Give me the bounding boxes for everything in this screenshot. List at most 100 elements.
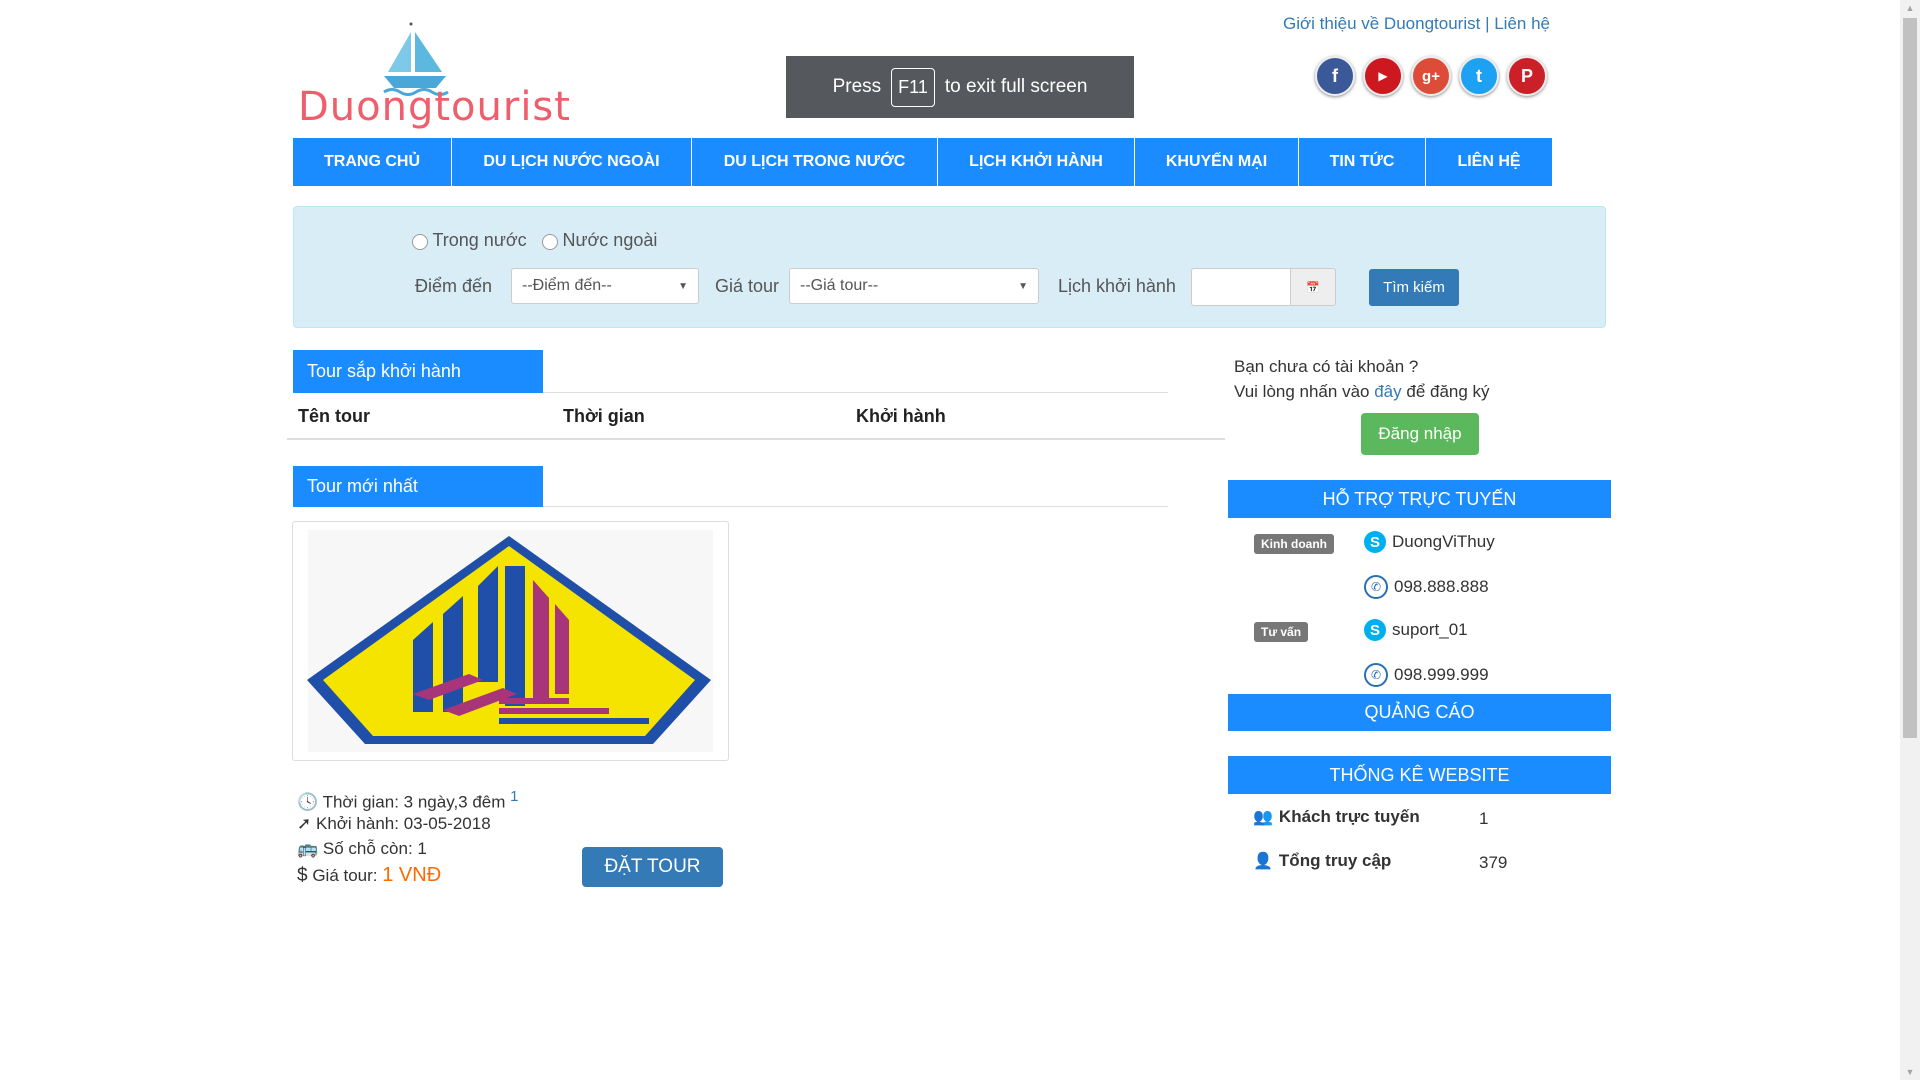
radio-domestic-option[interactable]: Trong nước — [412, 230, 527, 251]
about-link[interactable]: Giới thiệu về Duongtourist — [1283, 14, 1480, 33]
price-select[interactable]: --Giá tour-- ▼ — [789, 268, 1039, 304]
register-prompt-after: để đăng ký — [1406, 382, 1490, 401]
social-glyph: P — [1520, 65, 1533, 86]
scroll-up-arrow-icon[interactable]: ▲ — [1900, 0, 1920, 16]
stat-online-visitors-value: 1 — [1479, 809, 1489, 828]
nav-item-domestic-tours[interactable]: DU LỊCH TRONG NƯỚC — [692, 138, 938, 186]
youtube-icon[interactable]: ▶ — [1363, 56, 1403, 96]
schedule-label: Lịch khởi hành — [1058, 276, 1176, 296]
main-nav: TRANG CHỦ DU LỊCH NƯỚC NGOÀI DU LỊCH TRO… — [293, 138, 1552, 186]
register-prompt-before: Vui lòng nhấn vào — [1234, 382, 1370, 401]
stat-total-visits-value: 379 — [1479, 853, 1508, 872]
column-header-tour-name: Tên tour — [298, 406, 370, 426]
radio-foreign-label: Nước ngoài — [562, 230, 658, 250]
f11-key: F11 — [891, 67, 935, 107]
account-prompt: Bạn chưa có tài khoản ? — [1234, 357, 1419, 376]
fullscreen-notice-after: to exit full screen — [944, 76, 1088, 97]
destination-select[interactable]: --Điểm đến-- ▼ — [511, 268, 699, 304]
nav-item-foreign-tours[interactable]: DU LỊCH NƯỚC NGOÀI — [452, 138, 692, 186]
column-header-departure: Khởi hành — [856, 406, 946, 426]
tour-price: $ Giá tour: 1 VNĐ — [297, 864, 441, 887]
stat-online-visitors: 👥 Khách trực tuyến — [1253, 807, 1420, 827]
scroll-down-arrow-icon[interactable]: ▼ — [1900, 1064, 1920, 1080]
destination-select-value: --Điểm đến-- — [522, 277, 612, 294]
nav-item-schedule[interactable]: LỊCH KHỞI HÀNH — [938, 138, 1135, 186]
contact-link[interactable]: Liên hệ — [1494, 14, 1550, 33]
skype-icon: S — [1364, 619, 1386, 641]
chevron-down-icon: ▼ — [1018, 280, 1028, 292]
stat-online-visitors-label: Khách trực tuyến — [1278, 807, 1420, 826]
upcoming-heading-rule — [543, 392, 1168, 393]
price-label: Giá tour — [715, 276, 780, 296]
tour-duration: 🕓 Thời gian: 3 ngày,3 đêm 1 — [297, 788, 519, 813]
bus-icon: 🚌 — [297, 839, 319, 858]
nav-item-contact[interactable]: LIÊN HỆ — [1426, 138, 1552, 186]
stat-total-visits-label: Tổng truy cập — [1278, 851, 1392, 870]
tour-seats-text: Số chỗ còn: 1 — [322, 839, 427, 858]
user-visits-icon: 👤 — [1253, 853, 1273, 870]
tour-seats: 🚌 Số chỗ còn: 1 — [297, 839, 427, 859]
fullscreen-notice-before: Press — [832, 76, 882, 97]
calendar-icon[interactable]: 📅 — [1290, 268, 1336, 306]
top-links: Giới thiệu về Duongtourist | Liên hệ — [1240, 14, 1550, 34]
social-glyph: g+ — [1422, 67, 1440, 85]
plane-icon: ➚ — [297, 814, 312, 833]
price-select-value: --Giá tour-- — [800, 277, 879, 294]
schedule-date-input[interactable] — [1191, 268, 1291, 306]
latest-heading-rule — [543, 506, 1168, 507]
table-header-rule — [287, 438, 1225, 440]
radio-domestic[interactable] — [412, 233, 428, 250]
support-phone-sales-number: 098.888.888 — [1394, 577, 1489, 596]
support-phone-advice[interactable]: ✆ 098.999.999 — [1364, 663, 1489, 687]
tour-logo-image — [307, 530, 713, 752]
support-badge-sales: Kinh doanh — [1254, 534, 1334, 554]
support-phone-sales[interactable]: ✆ 098.888.888 — [1364, 575, 1489, 599]
column-header-duration: Thời gian — [563, 406, 645, 426]
destination-label: Điểm đến — [415, 276, 493, 296]
nav-item-home[interactable]: TRANG CHỦ — [293, 138, 452, 186]
nav-item-news[interactable]: TIN TỨC — [1299, 138, 1426, 186]
search-button[interactable]: Tìm kiếm — [1369, 269, 1459, 306]
phone-icon: ✆ — [1364, 663, 1388, 687]
clock-icon: 🕓 — [297, 792, 319, 812]
tour-departure-text: Khởi hành: 03-05-2018 — [315, 814, 491, 833]
social-glyph: ▶ — [1378, 69, 1388, 83]
support-phone-advice-number: 098.999.999 — [1394, 665, 1489, 684]
site-logo[interactable]: Duongtourist — [296, 16, 570, 136]
scrollbar-thumb[interactable] — [1903, 18, 1917, 738]
chevron-down-icon: ▼ — [678, 280, 688, 292]
skype-icon: S — [1364, 531, 1386, 553]
tour-departure: ➚ Khởi hành: 03-05-2018 — [297, 814, 491, 834]
facebook-icon[interactable]: f — [1315, 56, 1355, 96]
page-scrollbar[interactable]: ▲ ▼ — [1900, 0, 1920, 1080]
users-online-icon: 👥 — [1253, 809, 1273, 826]
social-glyph: f — [1332, 65, 1338, 86]
book-tour-button[interactable]: ĐẶT TOUR — [582, 847, 723, 887]
google-plus-icon[interactable]: g+ — [1411, 56, 1451, 96]
social-glyph: t — [1476, 65, 1482, 86]
top-links-separator: | — [1485, 14, 1490, 33]
twitter-icon[interactable]: t — [1459, 56, 1499, 96]
stat-total-visits: 👤 Tổng truy cập — [1253, 851, 1391, 871]
dollar-icon: $ — [297, 865, 308, 886]
phone-icon: ✆ — [1364, 575, 1388, 599]
register-link[interactable]: đây — [1374, 382, 1401, 401]
online-support-heading: HỖ TRỢ TRỰC TUYẾN — [1228, 480, 1611, 518]
radio-domestic-label: Trong nước — [432, 230, 527, 250]
login-button[interactable]: Đăng nhập — [1361, 413, 1479, 455]
tour-duration-count: 1 — [510, 788, 519, 805]
tour-search-panel: Trong nước Nước ngoài Điểm đến --Điểm đế… — [293, 206, 1606, 328]
upcoming-tours-heading: Tour sắp khởi hành — [293, 350, 543, 393]
support-skype-sales[interactable]: S DuongViThuy — [1364, 531, 1495, 553]
tour-price-label: Giá tour: — [312, 866, 378, 885]
tour-price-value: 1 VNĐ — [382, 864, 442, 886]
radio-foreign[interactable] — [542, 233, 558, 250]
latest-tours-heading: Tour mới nhất — [293, 466, 543, 507]
radio-foreign-option[interactable]: Nước ngoài — [542, 230, 657, 251]
tour-thumbnail[interactable] — [292, 521, 729, 761]
support-skype-advice[interactable]: S suport_01 — [1364, 619, 1468, 641]
brand-name: Duongtourist — [298, 84, 571, 130]
pinterest-icon[interactable]: P — [1507, 56, 1547, 96]
support-skype-sales-name: DuongViThuy — [1392, 532, 1495, 551]
nav-item-promotions[interactable]: KHUYẾN MẠI — [1135, 138, 1299, 186]
